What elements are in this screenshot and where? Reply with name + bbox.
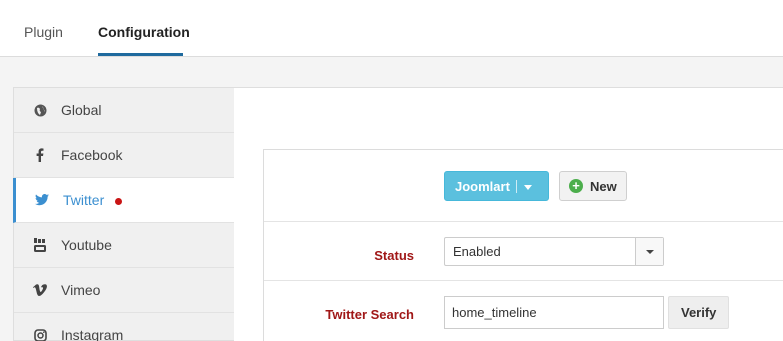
twitter-icon xyxy=(35,192,49,208)
sidebar-item-facebook[interactable]: Facebook xyxy=(14,133,235,178)
chevron-down-icon xyxy=(646,250,654,254)
row-divider xyxy=(264,280,783,281)
account-button-label: Joomlart xyxy=(455,179,510,194)
facebook-icon xyxy=(33,147,47,163)
sidebar-item-label: Facebook xyxy=(61,147,123,163)
tab-plugin[interactable]: Plugin xyxy=(24,24,63,40)
sidebar-item-label: Global xyxy=(61,102,102,118)
active-tab-indicator xyxy=(98,53,183,56)
instagram-icon xyxy=(33,327,47,341)
tab-configuration[interactable]: Configuration xyxy=(98,24,190,40)
sidebar-item-label: Vimeo xyxy=(61,282,101,298)
sidebar-item-twitter[interactable]: Twitter xyxy=(13,178,235,223)
sidebar-item-label: Instagram xyxy=(61,327,124,341)
sidebar-item-global[interactable]: Global xyxy=(14,88,235,133)
twitter-search-input[interactable] xyxy=(444,296,664,329)
verify-button[interactable]: Verify xyxy=(668,296,729,329)
top-tab-bar: Plugin Configuration xyxy=(0,0,783,57)
status-value: Enabled xyxy=(453,244,501,259)
split-divider xyxy=(516,180,517,193)
twitter-search-label: Twitter Search xyxy=(325,307,414,322)
sidebar-item-instagram[interactable]: Instagram xyxy=(14,313,235,341)
globe-icon xyxy=(33,102,47,118)
unsaved-indicator-dot xyxy=(115,198,122,205)
new-button-label: New xyxy=(590,179,617,194)
sidebar-item-vimeo[interactable]: Vimeo xyxy=(14,268,235,313)
status-label: Status xyxy=(374,248,414,263)
config-content-panel: Joomlart + New Status Enabled Twitter Se… xyxy=(234,87,783,341)
plus-circle-icon: + xyxy=(569,179,583,193)
row-divider xyxy=(264,221,783,222)
sidebar-item-label: Twitter xyxy=(63,192,105,208)
account-select-button[interactable]: Joomlart xyxy=(444,171,549,201)
chevron-down-icon xyxy=(524,185,532,190)
verify-button-label: Verify xyxy=(681,305,717,320)
sidebar-item-youtube[interactable]: Youtube xyxy=(14,223,235,268)
sidebar-item-label: Youtube xyxy=(61,237,112,253)
vimeo-icon xyxy=(33,282,47,298)
twitter-config-form: Joomlart + New Status Enabled Twitter Se… xyxy=(263,149,783,341)
new-account-button[interactable]: + New xyxy=(559,171,627,201)
sidebar: Global Facebook Twitter Youtube Vimeo In… xyxy=(13,87,235,341)
status-select[interactable]: Enabled xyxy=(444,237,664,266)
status-dropdown-toggle[interactable] xyxy=(635,238,663,265)
youtube-icon xyxy=(33,237,47,253)
